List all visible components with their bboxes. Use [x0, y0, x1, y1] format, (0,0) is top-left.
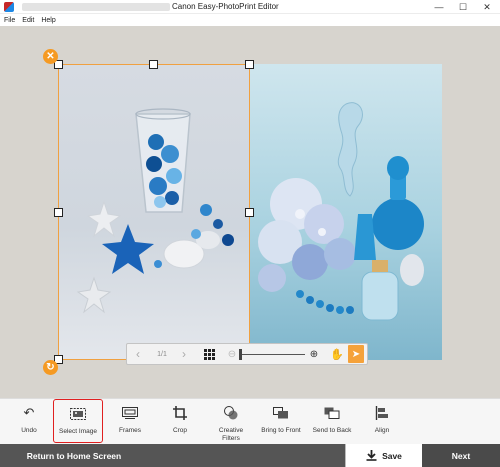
undo-button[interactable]: ↶ Undo [10, 399, 48, 445]
frames-label: Frames [118, 427, 142, 434]
photo-right-perfume-bottles[interactable] [250, 64, 442, 360]
page-navigation-bar: ‹ 1/1 › ⊖ ⊕ ✋ ➤ [126, 343, 368, 365]
glass-marbles-image [76, 108, 234, 314]
crop-button[interactable]: Crop [158, 399, 202, 445]
align-label: Align [374, 427, 390, 434]
menu-bar: File Edit Help [0, 14, 500, 26]
title-bar: Canon Easy-PhotoPrint Editor — ☐ ✕ [0, 0, 500, 14]
edit-toolbar: ↶ Undo Select Image Frames Crop Creative… [0, 398, 500, 444]
zoom-out-icon[interactable]: ⊖ [226, 344, 238, 364]
save-button[interactable]: Save [345, 444, 422, 467]
next-page-icon[interactable]: › [177, 344, 191, 364]
send-to-back-button[interactable]: Send to Back [308, 399, 356, 445]
photo-left-glass-marbles[interactable] [58, 64, 250, 360]
window-title: Canon Easy-PhotoPrint Editor [172, 2, 279, 11]
menu-edit[interactable]: Edit [22, 17, 34, 24]
crop-icon [173, 405, 187, 421]
bring-to-front-label: Bring to Front [261, 427, 301, 434]
frames-button[interactable]: Frames [108, 399, 152, 445]
creative-filters-button[interactable]: Creative Filters [206, 399, 256, 445]
send-to-back-label: Send to Back [312, 427, 352, 434]
undo-icon: ↶ [23, 405, 35, 420]
resize-handle-left[interactable] [54, 208, 63, 217]
close-icon[interactable]: ✕ [475, 0, 499, 14]
bottom-bar: Return to Home Screen Save Next [0, 444, 500, 467]
bring-to-front-button[interactable]: Bring to Front [258, 399, 304, 445]
menu-help[interactable]: Help [41, 17, 55, 24]
zoom-in-icon[interactable]: ⊕ [308, 344, 320, 364]
next-button[interactable]: Next [422, 444, 500, 467]
select-image-button[interactable]: Select Image [53, 399, 103, 443]
pointer-tool-icon[interactable]: ➤ [348, 345, 364, 363]
select-image-icon [70, 406, 86, 422]
save-label: Save [382, 450, 402, 461]
page-indicator: 1/1 [157, 350, 167, 358]
select-image-label: Select Image [59, 428, 97, 435]
creative-filters-icon [224, 405, 238, 421]
bring-to-front-icon [273, 405, 289, 421]
download-icon [366, 450, 377, 461]
align-button[interactable]: Align [362, 399, 402, 445]
resize-handle-top-right[interactable] [245, 60, 254, 69]
minimize-icon[interactable]: — [427, 0, 451, 14]
undo-label: Undo [21, 427, 37, 434]
perfume-bottles-image [258, 102, 424, 321]
creative-filters-label: Creative Filters [218, 427, 244, 442]
hand-tool-icon[interactable]: ✋ [330, 344, 344, 364]
resize-handle-right[interactable] [245, 208, 254, 217]
crop-label: Crop [172, 427, 188, 434]
zoom-slider[interactable] [239, 344, 305, 364]
frames-icon [122, 405, 138, 421]
zoom-slider-thumb[interactable] [239, 349, 242, 360]
delete-icon[interactable]: ✕ [43, 49, 58, 64]
page-list-icon[interactable] [202, 344, 216, 364]
maximize-icon[interactable]: ☐ [451, 0, 475, 14]
zoom-slider-track [240, 354, 305, 355]
return-to-home-button[interactable]: Return to Home Screen [0, 444, 148, 467]
app-icon [4, 2, 14, 12]
align-icon [375, 405, 389, 421]
redacted-filename [22, 3, 170, 11]
resize-handle-top[interactable] [149, 60, 158, 69]
send-to-back-icon [324, 405, 340, 421]
prev-page-icon[interactable]: ‹ [131, 344, 145, 364]
rotate-icon[interactable]: ↻ [43, 360, 58, 375]
menu-file[interactable]: File [4, 17, 15, 24]
